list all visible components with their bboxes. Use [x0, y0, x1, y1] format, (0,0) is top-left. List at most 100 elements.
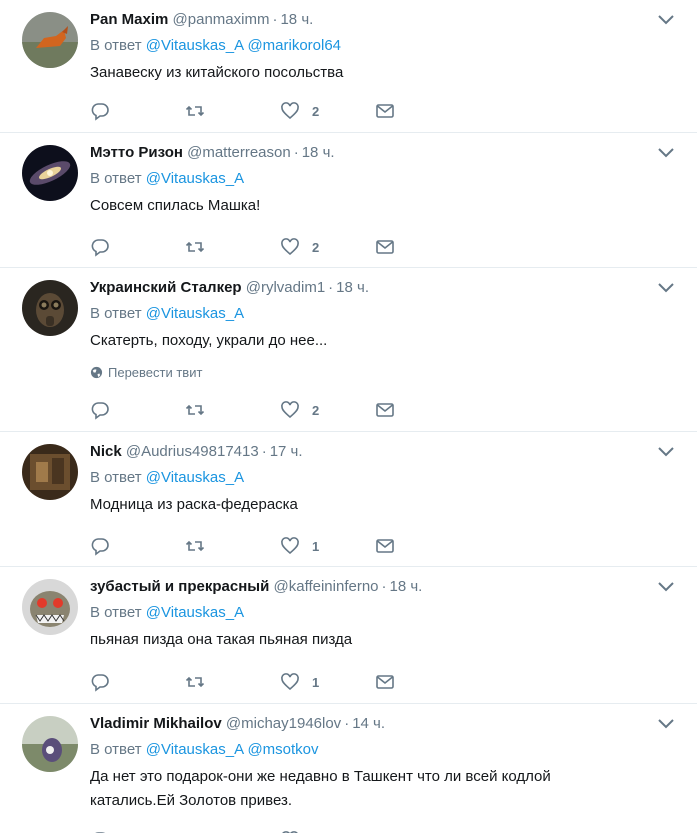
tweet[interactable]: Vladimir Mikhailov @michay1946lov · 14 ч. …	[0, 704, 697, 833]
author-handle[interactable]: @Audrius49817413	[126, 443, 259, 460]
chevron-down-icon[interactable]	[657, 282, 675, 294]
reply-context: В ответ @Vitauskas_A	[90, 169, 677, 189]
retweet-button[interactable]	[185, 400, 280, 420]
retweet-icon	[185, 241, 205, 253]
timestamp[interactable]: 18 ч.	[336, 279, 369, 296]
globe-icon	[90, 366, 103, 379]
avatar[interactable]	[22, 12, 78, 68]
separator-dot: ·	[261, 443, 267, 460]
tweet-feed: Pan Maxim @panmaximm · 18 ч. В ответ @Vita…	[0, 0, 697, 833]
timestamp[interactable]: 14 ч.	[352, 715, 385, 732]
reply-icon	[91, 538, 109, 556]
reply-button[interactable]	[90, 101, 185, 121]
author-name[interactable]: зубастый и прекрасный	[90, 578, 269, 595]
reply-context: В ответ @Vitauskas_A	[90, 603, 677, 623]
reply-button[interactable]	[90, 536, 185, 556]
tweet[interactable]: Pan Maxim @panmaximm · 18 ч. В ответ @Vita…	[0, 0, 697, 133]
chevron-down-icon[interactable]	[657, 14, 675, 26]
mention-link[interactable]: @Vitauskas_A	[146, 305, 244, 322]
tweet-text-line: катались.Ей Золотов привез.	[90, 792, 293, 809]
dm-button[interactable]	[375, 101, 470, 121]
retweet-button[interactable]	[185, 237, 280, 257]
tweet[interactable]: Украинский Сталкер @rylvadim1 · 18 ч. В от…	[0, 268, 697, 432]
tweet-actions: 2	[90, 400, 470, 420]
retweet-button[interactable]	[185, 536, 280, 556]
reply-button[interactable]	[90, 400, 185, 420]
like-button[interactable]: 2	[280, 400, 375, 420]
reply-icon	[91, 674, 109, 692]
avatar[interactable]	[22, 716, 78, 772]
tweet-text: Занавеску из китайского посольства	[90, 64, 344, 81]
retweet-button[interactable]	[185, 101, 280, 121]
tweet[interactable]: Nick @Audrius49817413 · 17 ч. В ответ @Vit…	[0, 432, 697, 567]
reply-icon	[91, 103, 109, 121]
mention-link[interactable]: @Vitauskas_A	[146, 37, 244, 54]
reply-icon	[91, 239, 109, 257]
avatar[interactable]	[22, 444, 78, 500]
author-name[interactable]: Мэтто Ризон	[90, 144, 183, 161]
separator-dot: ·	[272, 11, 278, 28]
tweet[interactable]: Мэтто Ризон @matterreason · 18 ч. В ответ …	[0, 133, 697, 268]
avatar[interactable]	[22, 145, 78, 201]
author-handle[interactable]: @rylvadim1	[246, 279, 325, 296]
timestamp[interactable]: 18 ч.	[390, 578, 423, 595]
author-handle[interactable]: @kaffeininferno	[274, 578, 379, 595]
timestamp[interactable]: 18 ч.	[280, 11, 313, 28]
chevron-down-icon[interactable]	[657, 147, 675, 159]
chevron-down-icon[interactable]	[657, 718, 675, 730]
tweet-text-line: Да нет это подарок-они же недавно в Ташк…	[90, 768, 551, 785]
tweet-actions: 1	[90, 672, 470, 692]
like-button[interactable]: 1	[280, 536, 375, 556]
mention-link[interactable]: @marikorol64	[247, 37, 341, 54]
reply-context: В ответ @Vitauskas_A @msotkov	[90, 740, 677, 760]
tweet[interactable]: зубастый и прекрасный @kaffeininferno · 18…	[0, 567, 697, 704]
dm-button[interactable]	[375, 400, 470, 420]
mention-link[interactable]: @Vitauskas_A	[146, 170, 244, 187]
avatar[interactable]	[22, 280, 78, 336]
retweet-icon	[185, 540, 205, 552]
like-count: 2	[312, 402, 320, 418]
heart-icon	[281, 401, 299, 419]
reply-button[interactable]	[90, 672, 185, 692]
envelope-icon	[376, 104, 394, 118]
like-count: 2	[312, 239, 320, 255]
retweet-button[interactable]	[185, 672, 280, 692]
chevron-down-icon[interactable]	[657, 581, 675, 593]
author-name[interactable]: Pan Maxim	[90, 11, 168, 28]
envelope-icon	[376, 240, 394, 254]
mention-link[interactable]: @Vitauskas_A	[146, 469, 244, 486]
author-name[interactable]: Nick	[90, 443, 122, 460]
timestamp[interactable]: 17 ч.	[270, 443, 303, 460]
tweet-text: Совсем спилась Машка!	[90, 197, 261, 214]
translate-tweet-link[interactable]: Перевести твит	[90, 365, 677, 380]
tweet-text: Скатерть, походу, украли до нее...	[90, 332, 328, 349]
envelope-icon	[376, 675, 394, 689]
retweet-icon	[185, 676, 205, 688]
reply-prefix: В ответ	[90, 741, 142, 758]
like-button[interactable]: 2	[280, 237, 375, 257]
separator-dot: ·	[293, 144, 299, 161]
chevron-down-icon[interactable]	[657, 446, 675, 458]
reply-button[interactable]	[90, 237, 185, 257]
author-name[interactable]: Vladimir Mikhailov	[90, 715, 222, 732]
mention-link[interactable]: @msotkov	[247, 741, 318, 758]
separator-dot: ·	[328, 279, 334, 296]
like-button[interactable]: 1	[280, 672, 375, 692]
author-handle[interactable]: @matterreason	[187, 144, 291, 161]
dm-button[interactable]	[375, 672, 470, 692]
dm-button[interactable]	[375, 536, 470, 556]
dm-button[interactable]	[375, 237, 470, 257]
separator-dot: ·	[344, 715, 350, 732]
reply-prefix: В ответ	[90, 37, 142, 54]
mention-link[interactable]: @Vitauskas_A	[146, 604, 244, 621]
timestamp[interactable]: 18 ч.	[302, 144, 335, 161]
author-name[interactable]: Украинский Сталкер	[90, 279, 242, 296]
mention-link[interactable]: @Vitauskas_A	[146, 741, 244, 758]
retweet-icon	[185, 404, 205, 416]
avatar[interactable]	[22, 579, 78, 635]
like-button[interactable]: 2	[280, 101, 375, 121]
author-handle[interactable]: @michay1946lov	[226, 715, 341, 732]
author-handle[interactable]: @panmaximm	[173, 11, 270, 28]
like-count: 1	[312, 538, 320, 554]
reply-icon	[91, 402, 109, 420]
